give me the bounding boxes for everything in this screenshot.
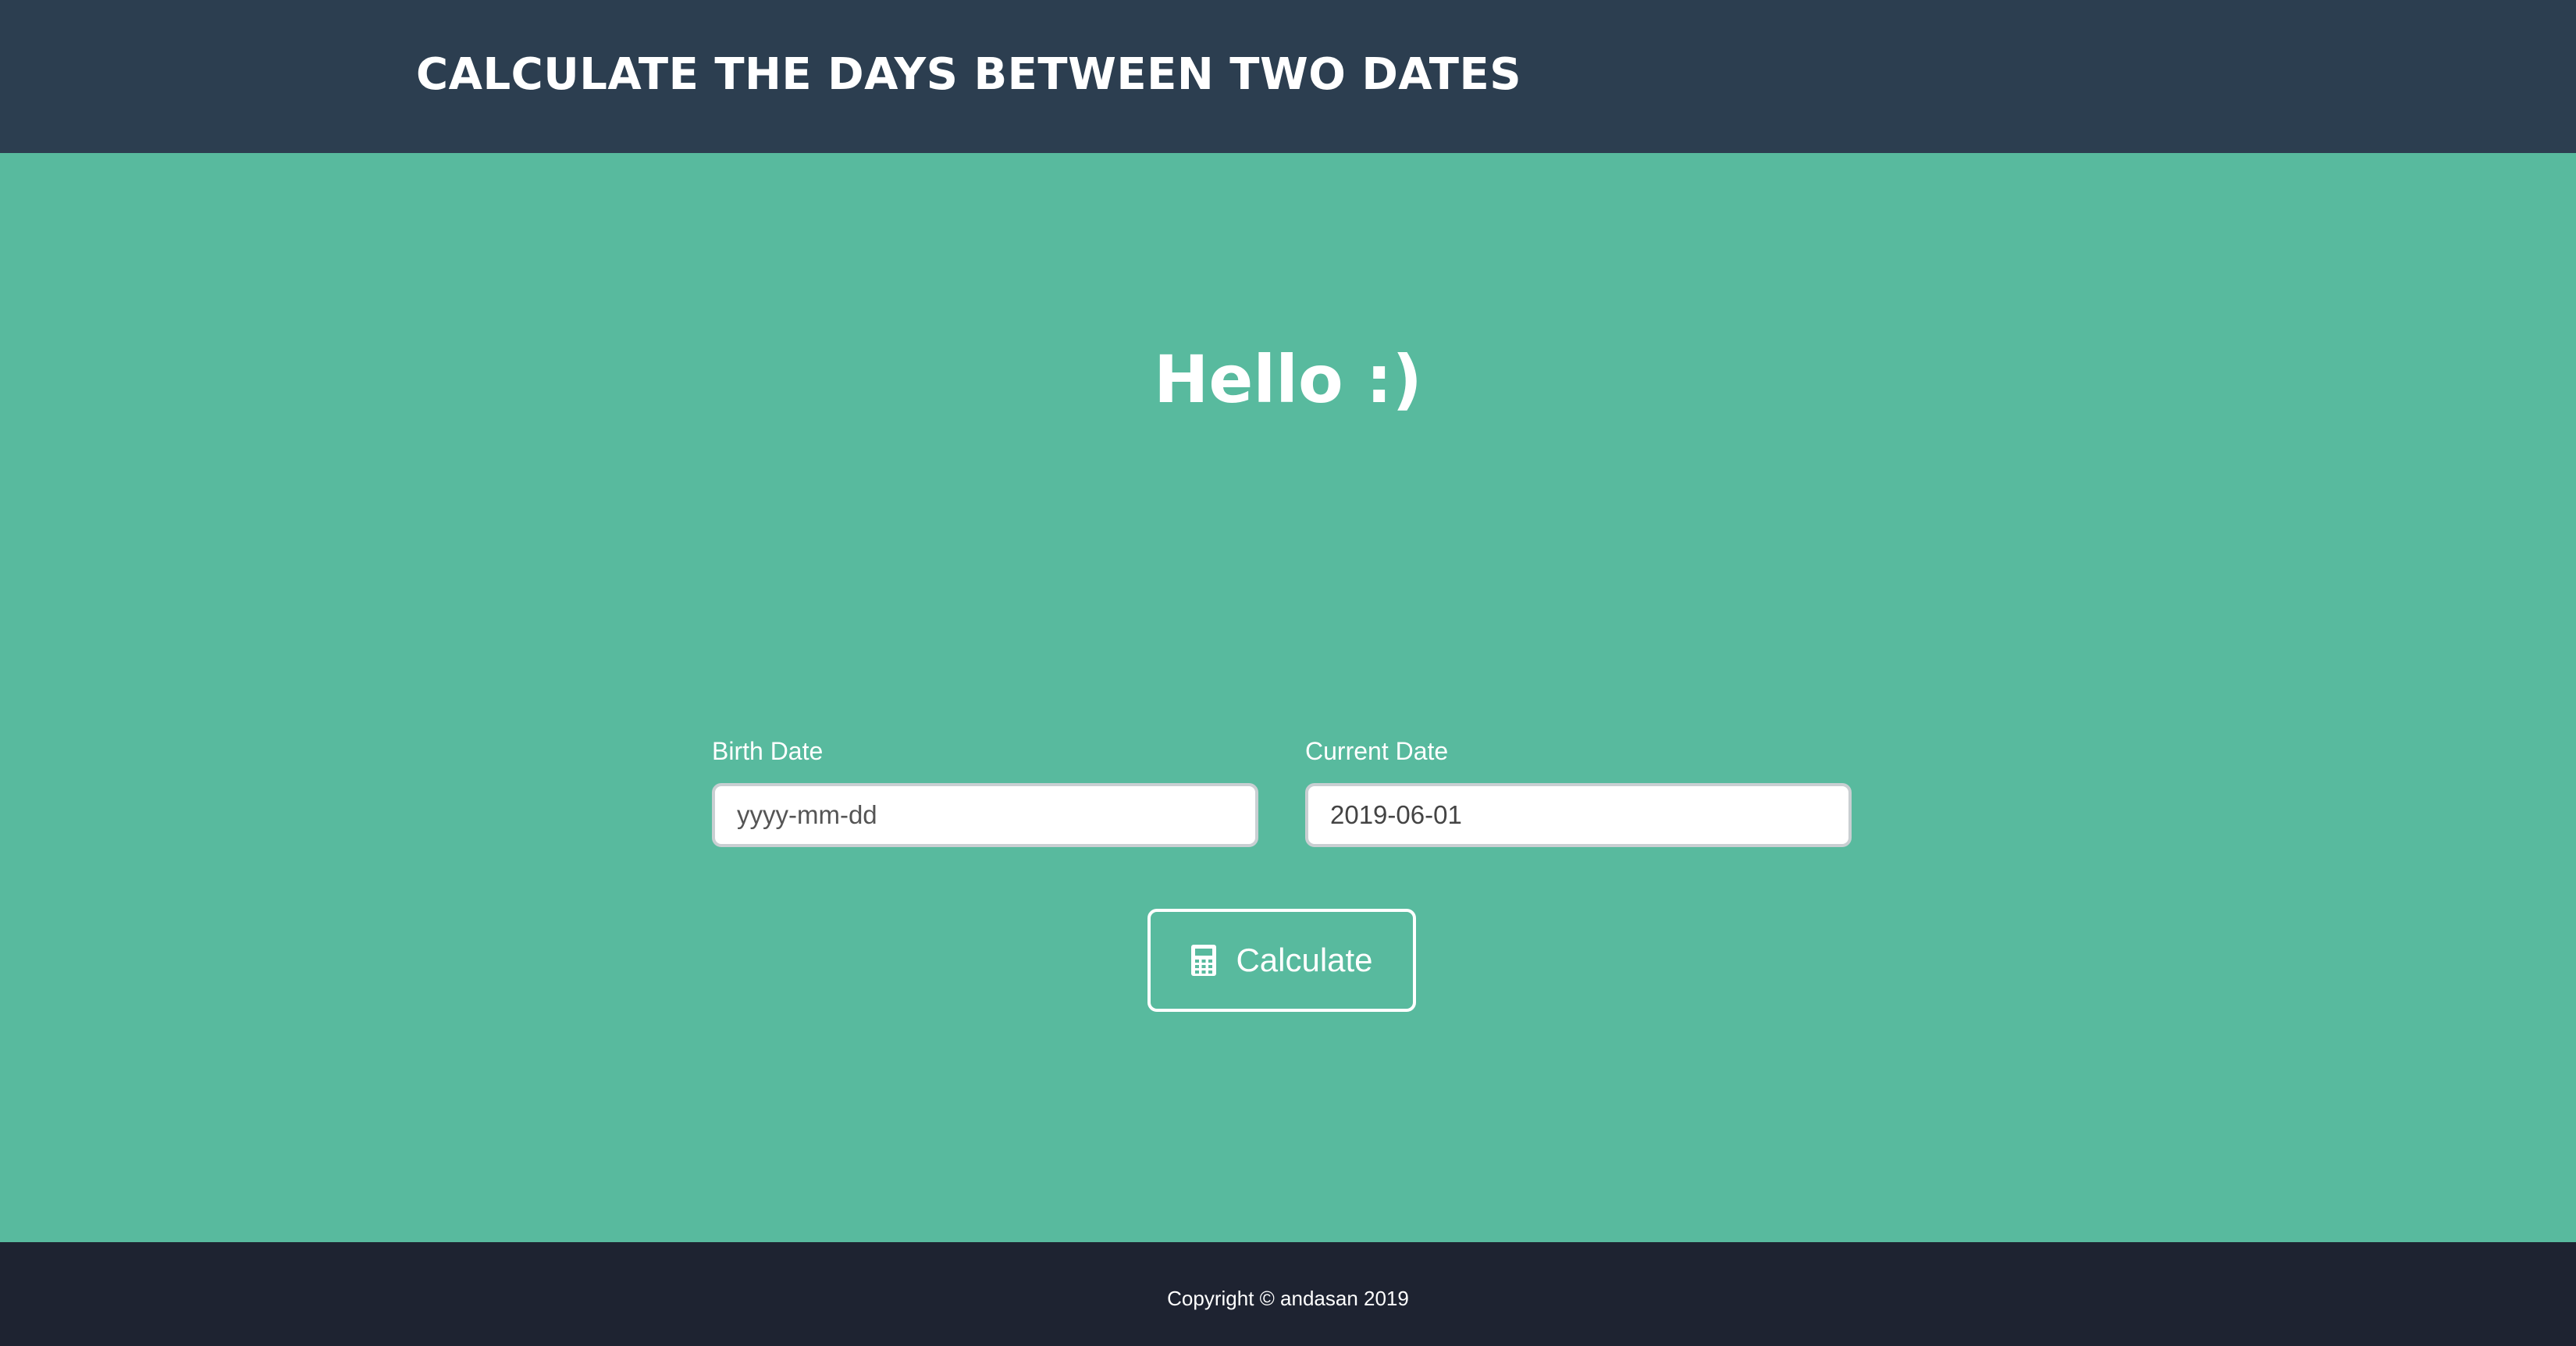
- navbar: CALCULATE THE DAYS BETWEEN TWO DATES: [0, 0, 2576, 153]
- current-date-input[interactable]: [1305, 783, 1852, 847]
- birth-date-input[interactable]: [712, 783, 1258, 847]
- current-date-label: Current Date: [1305, 737, 1449, 765]
- page: CALCULATE THE DAYS BETWEEN TWO DATES Hel…: [0, 0, 2576, 1346]
- copyright-text: Copyright © andasan 2019: [1167, 1287, 1409, 1310]
- calculator-icon: [1190, 944, 1217, 977]
- page-heading: Hello :): [1154, 341, 1422, 418]
- birth-date-label: Birth Date: [712, 737, 824, 765]
- brand-link[interactable]: CALCULATE THE DAYS BETWEEN TWO DATES: [416, 45, 1521, 105]
- masthead: Hello :) Birth Date Current Date: [0, 153, 2576, 1242]
- calculate-button-label: Calculate: [1236, 942, 1373, 978]
- calculate-button[interactable]: Calculate: [1147, 909, 1416, 1012]
